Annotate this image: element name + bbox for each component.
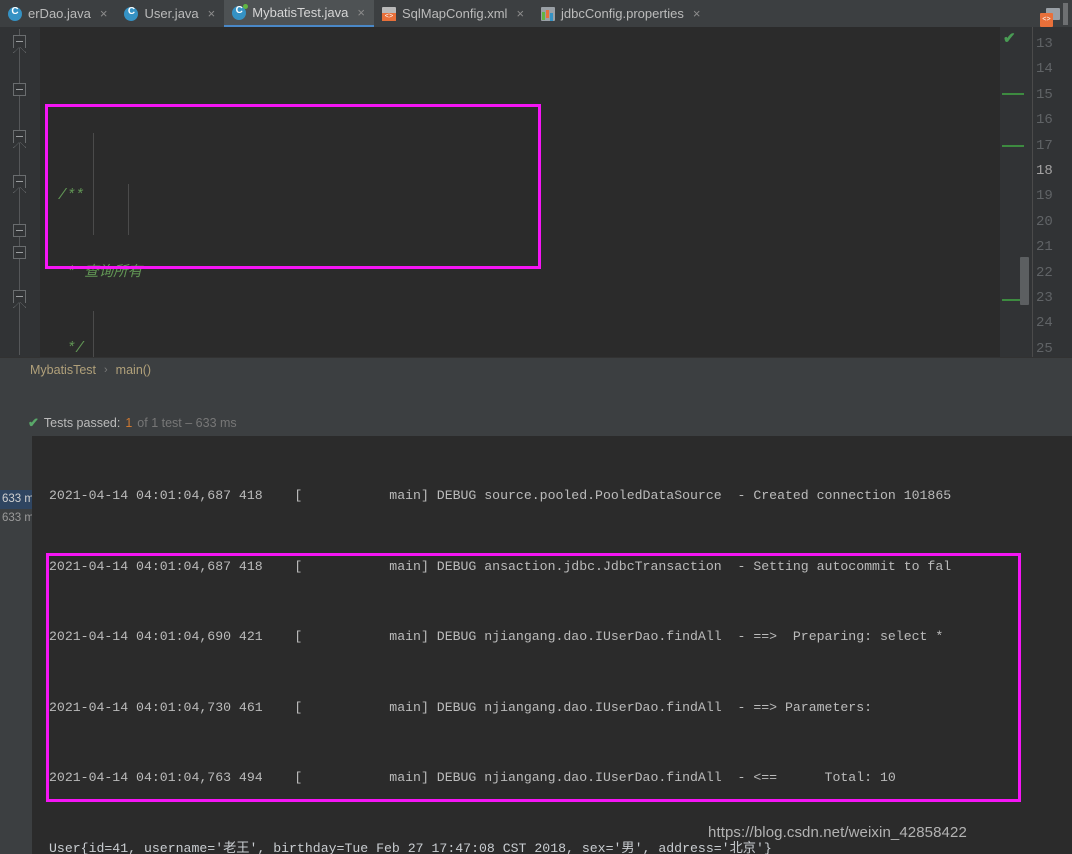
fold-marker[interactable] bbox=[13, 130, 26, 148]
vcs-change-marker[interactable] bbox=[1002, 93, 1024, 95]
console-line: User{id=41, username='老王', birthday=Tue … bbox=[49, 840, 772, 854]
test-results-tree[interactable]: 633 ms 633 ms bbox=[0, 490, 32, 854]
line-number-current: 18 bbox=[1036, 163, 1053, 179]
inspection-ok-icon[interactable]: ✔ bbox=[1003, 31, 1016, 46]
breadcrumb-class[interactable]: MybatisTest bbox=[30, 363, 96, 377]
close-icon[interactable]: × bbox=[516, 7, 524, 20]
vcs-change-marker[interactable] bbox=[1002, 145, 1024, 147]
tab-divider-icon bbox=[1063, 2, 1068, 25]
tests-passed-count: 1 bbox=[125, 416, 133, 430]
line-number: 16 bbox=[1036, 112, 1053, 128]
test-status-bar: ✔ Tests passed: 1 of 1 test – 633 ms bbox=[0, 410, 1072, 436]
editor-tab-bar: erDao.java × User.java × MybatisTest.jav… bbox=[0, 0, 1072, 28]
fold-marker[interactable] bbox=[13, 246, 26, 259]
editor-scrollbar-thumb[interactable] bbox=[1020, 257, 1029, 305]
tab-label: User.java bbox=[144, 6, 199, 21]
chevron-right-icon: › bbox=[104, 364, 108, 376]
close-icon[interactable]: × bbox=[208, 7, 216, 20]
highlight-box-user-output bbox=[46, 553, 1021, 802]
tests-passed-detail: of 1 test – 633 ms bbox=[137, 416, 237, 430]
tab-label: erDao.java bbox=[28, 6, 91, 21]
tab-MybatisTest-java[interactable]: MybatisTest.java × bbox=[224, 0, 374, 27]
line-number: 17 bbox=[1036, 138, 1053, 154]
line-number: 23 bbox=[1036, 290, 1053, 306]
code-folding-gutter[interactable] bbox=[0, 27, 40, 357]
close-icon[interactable]: × bbox=[693, 7, 701, 20]
close-icon[interactable]: × bbox=[100, 7, 108, 20]
xml-file-icon bbox=[381, 6, 396, 21]
line-number: 22 bbox=[1036, 265, 1053, 281]
line-number: 14 bbox=[1036, 61, 1053, 77]
tab-erDao-java[interactable]: erDao.java × bbox=[0, 0, 116, 27]
breadcrumb-method[interactable]: main() bbox=[116, 363, 151, 377]
java-class-icon bbox=[8, 6, 22, 21]
tab-label: MybatisTest.java bbox=[252, 5, 349, 20]
line-number-gutter: ✔ 13 14 15 16 17 18 19 20 21 22 23 24 25… bbox=[1000, 27, 1072, 357]
xml-file-badge-icon bbox=[1040, 13, 1056, 27]
java-class-icon bbox=[124, 6, 139, 21]
fold-marker[interactable] bbox=[13, 175, 26, 193]
run-toolbar[interactable] bbox=[0, 382, 1072, 411]
highlight-box-test-method bbox=[45, 104, 541, 269]
line-number: 19 bbox=[1036, 188, 1053, 204]
tab-jdbcConfig-properties[interactable]: jdbcConfig.properties × bbox=[533, 0, 709, 27]
line-number: 20 bbox=[1036, 214, 1053, 230]
breadcrumb[interactable]: MybatisTest › main() bbox=[0, 357, 1072, 382]
close-icon[interactable]: × bbox=[357, 6, 365, 19]
tests-passed-label: Tests passed: bbox=[43, 416, 121, 430]
fold-marker[interactable] bbox=[13, 290, 26, 308]
tab-User-java[interactable]: User.java × bbox=[116, 0, 224, 27]
ide-window: erDao.java × User.java × MybatisTest.jav… bbox=[0, 0, 1072, 854]
test-tree-row[interactable]: 633 ms bbox=[0, 509, 32, 528]
java-test-class-icon bbox=[232, 3, 249, 20]
fold-marker[interactable] bbox=[13, 83, 26, 96]
line-number: 15 bbox=[1036, 87, 1053, 103]
fold-marker[interactable] bbox=[13, 224, 26, 237]
line-number: 21 bbox=[1036, 239, 1053, 255]
test-results-tree-panel[interactable]: 633 ms 633 ms bbox=[0, 436, 32, 854]
check-icon: ✔ bbox=[28, 415, 39, 430]
test-tree-row[interactable]: 633 ms bbox=[0, 490, 32, 509]
line-number: 25 bbox=[1036, 341, 1053, 357]
code-line-15: */ bbox=[58, 340, 85, 357]
properties-file-icon bbox=[541, 6, 556, 21]
tab-label: jdbcConfig.properties bbox=[561, 6, 684, 21]
line-number: 13 bbox=[1036, 36, 1053, 52]
tab-SqlMapConfig-xml[interactable]: SqlMapConfig.xml × bbox=[374, 0, 533, 27]
tab-label: SqlMapConfig.xml bbox=[401, 6, 508, 21]
line-number: 24 bbox=[1036, 315, 1053, 331]
console-line: 2021-04-14 04:01:04,687 418 [ main] DEBU… bbox=[49, 488, 952, 503]
fold-marker[interactable] bbox=[13, 35, 26, 53]
